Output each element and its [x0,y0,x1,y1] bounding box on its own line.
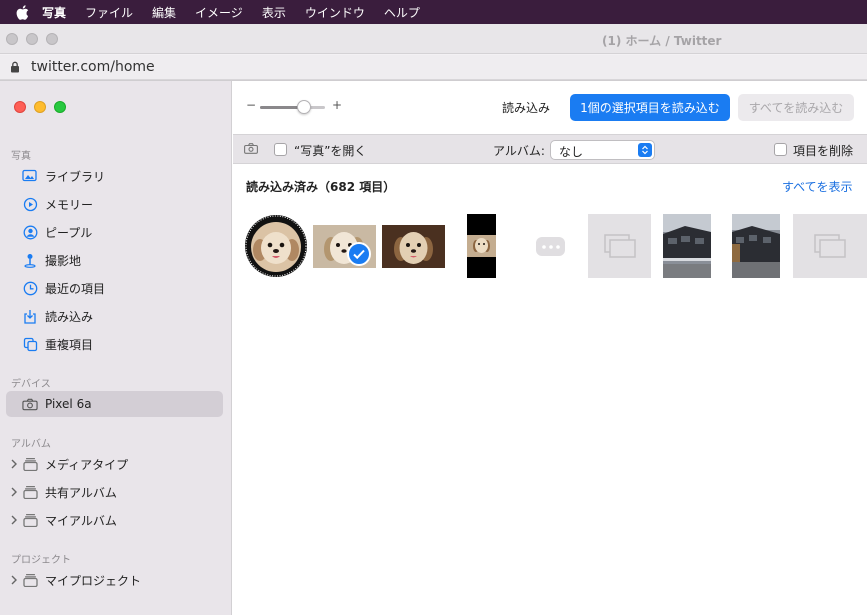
sidebar-item-my-albums[interactable]: マイアルバム [6,507,223,533]
photo-placeholder[interactable] [793,214,867,278]
sidebar-item-label: メディアタイプ [45,457,129,472]
sidebar-item-label: ピープル [45,225,93,240]
photo-placeholder[interactable] [588,214,651,278]
sidebar-item-imports[interactable]: 読み込み [6,303,223,329]
imports-icon [22,308,38,324]
sidebar-item-places[interactable]: 撮影地 [6,247,223,273]
sidebar: 写真 ライブラリ メモリー ピープル 撮影地 最近の項目 読み込み 重複項目 デ… [0,81,232,615]
sidebar-item-label: Pixel 6a [45,397,92,411]
selected-checkmark-icon [347,242,371,266]
sidebar-item-label: 重複項目 [45,337,94,352]
album-select-value: なし [559,145,584,159]
sidebar-item-memories[interactable]: メモリー [6,191,223,217]
sidebar-item-label: マイアルバム [45,513,117,528]
album-label: アルバム: [493,144,545,158]
browser-close-button[interactable] [6,33,18,45]
menu-window[interactable]: ウインドウ [305,4,365,21]
browser-title-bar: (1) ホーム / Twitter [0,24,867,54]
zoom-out-icon[interactable]: − [246,98,256,112]
photo-thumbnail[interactable] [382,225,445,268]
photo-thumbnail[interactable] [244,214,308,278]
project-folder-icon [22,572,38,588]
import-toolbar: − + 読み込み 1個の選択項目を読み込む すべてを読み込む [233,81,867,133]
more-icon[interactable] [536,237,565,256]
sidebar-item-library[interactable]: ライブラリ [6,163,223,189]
sidebar-item-duplicates[interactable]: 重複項目 [6,331,223,357]
sidebar-item-my-projects[interactable]: マイプロジェクト [6,567,223,593]
zoom-in-icon[interactable]: + [332,98,342,112]
menu-image[interactable]: イメージ [195,4,243,21]
chevron-right-icon[interactable] [11,514,17,528]
sidebar-item-label: マイプロジェクト [45,573,142,588]
section-header-devices: デバイス [11,379,51,390]
sidebar-item-recents[interactable]: 最近の項目 [6,275,223,301]
duplicates-icon [22,336,38,352]
section-header-photos: 写真 [11,151,31,162]
menu-edit[interactable]: 編集 [152,4,176,21]
album-select[interactable]: なし [550,140,655,160]
album-folder-icon [22,484,38,500]
photo-thumbnail[interactable] [663,214,711,278]
people-icon [22,224,38,240]
browser-minimize-button[interactable] [26,33,38,45]
sidebar-item-label: ライブラリ [45,169,106,184]
apple-icon[interactable] [12,2,32,22]
menu-file[interactable]: ファイル [85,4,133,21]
photo-thumbnail[interactable] [732,214,780,278]
camera-icon [22,396,38,412]
zoom-slider[interactable] [260,106,325,109]
chevron-right-icon[interactable] [11,458,17,472]
memories-icon [22,196,38,212]
album-folder-icon [22,456,38,472]
menu-photos[interactable]: 写真 [42,4,66,21]
sidebar-item-pixel-6a[interactable]: Pixel 6a [6,391,223,417]
sidebar-item-label: 読み込み [45,309,94,324]
show-all-link[interactable]: すべてを表示 [782,178,852,195]
recents-icon [22,280,38,296]
section-header-projects: プロジェクト [11,555,71,566]
imported-section-title: 読み込み済み（682 項目） [246,180,396,194]
sidebar-item-people[interactable]: ピープル [6,219,223,245]
photo-thumbnail[interactable] [467,214,496,278]
import-options-bar: “写真”を開く アルバム: なし 項目を削除 [233,134,867,164]
zoom-slider-knob[interactable] [297,100,312,114]
menu-bar: 写真 ファイル 編集 イメージ 表示 ウインドウ ヘルプ [0,0,867,24]
lock-icon [10,61,20,76]
import-pane: − + 読み込み 1個の選択項目を読み込む すべてを読み込む “写真”を開く ア… [233,81,867,615]
open-photos-checkbox[interactable] [274,143,287,156]
chevron-up-down-icon [638,143,652,157]
browser-page-title: (1) ホーム / Twitter [602,34,722,48]
delete-items-checkbox[interactable] [774,143,787,156]
menu-help[interactable]: ヘルプ [384,4,420,21]
window-zoom-button[interactable] [54,101,66,113]
sidebar-item-media-types[interactable]: メディアタイプ [6,451,223,477]
sidebar-item-shared-albums[interactable]: 共有アルバム [6,479,223,505]
browser-address-bar[interactable]: twitter.com/home [0,55,867,80]
section-header-albums: アルバム [11,439,51,450]
window-close-button[interactable] [14,101,26,113]
sidebar-item-label: 撮影地 [45,253,82,268]
sidebar-item-label: メモリー [45,197,94,212]
browser-zoom-button[interactable] [46,33,58,45]
chevron-right-icon[interactable] [11,486,17,500]
sidebar-item-label: 最近の項目 [45,281,106,296]
window-minimize-button[interactable] [34,101,46,113]
import-all-button[interactable]: すべてを読み込む [738,94,854,121]
import-selected-button[interactable]: 1個の選択項目を読み込む [570,94,730,121]
places-icon [22,252,38,268]
photos-import-window: 写真 ライブラリ メモリー ピープル 撮影地 最近の項目 読み込み 重複項目 デ… [0,80,867,615]
chevron-right-icon[interactable] [11,574,17,588]
album-folder-icon [22,512,38,528]
menu-view[interactable]: 表示 [262,4,286,21]
library-icon [22,168,38,184]
camera-icon [244,143,258,157]
browser-url[interactable]: twitter.com/home [31,59,155,75]
open-photos-label: “写真”を開く [294,144,367,158]
delete-items-label: 項目を削除 [793,144,854,158]
sidebar-item-label: 共有アルバム [45,485,117,500]
import-tab-button[interactable]: 読み込み [495,94,557,120]
